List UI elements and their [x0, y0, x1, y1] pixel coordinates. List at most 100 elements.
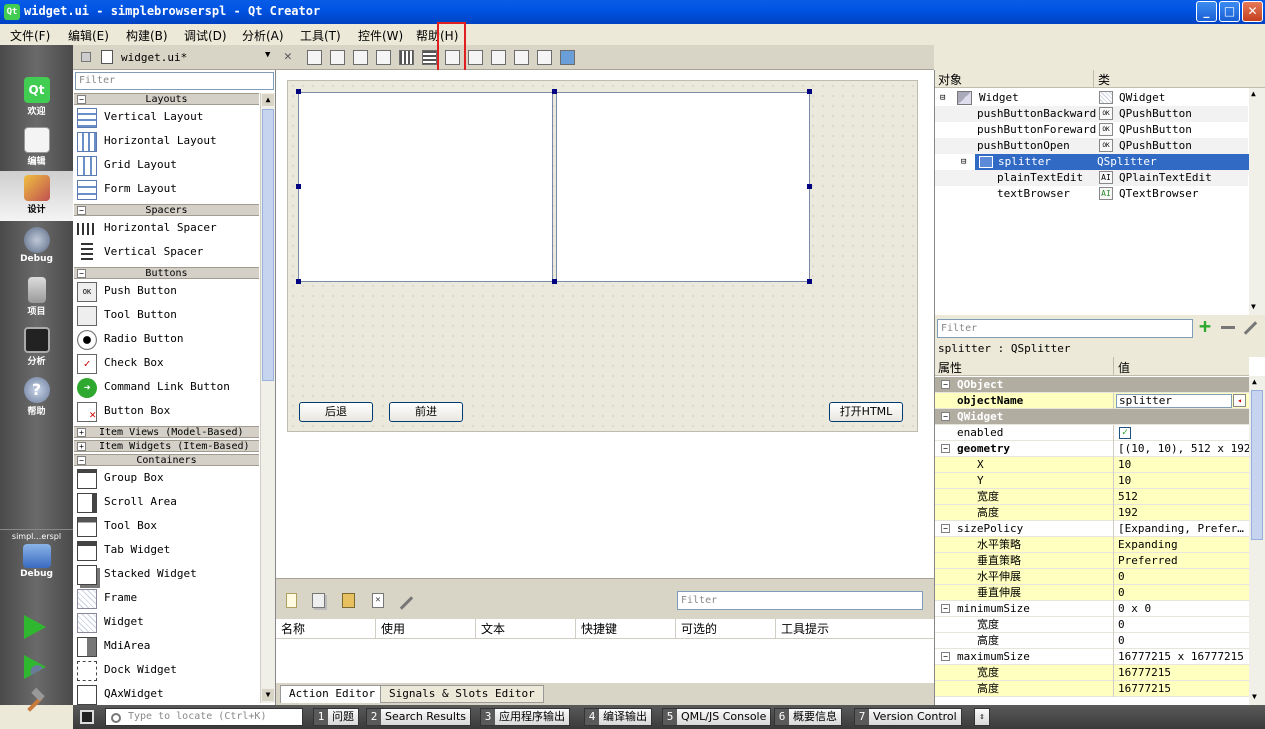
object-row[interactable]: pushButtonBackward OK QPushButton	[935, 106, 1248, 122]
plain-text-edit[interactable]	[298, 92, 553, 282]
menu-analyze[interactable]: 分析(A)	[242, 27, 284, 44]
column-header-value[interactable]: 值	[1118, 359, 1130, 376]
widget-item[interactable]: Tab Widget	[77, 540, 260, 562]
column-header-object[interactable]: 对象	[938, 71, 962, 88]
debug-run-icon[interactable]	[24, 655, 46, 679]
object-row[interactable]: pushButtonForeward OK QPushButton	[935, 122, 1248, 138]
selection-handle[interactable]	[552, 89, 557, 94]
column-header-text[interactable]: 文本	[476, 619, 576, 639]
widget-item[interactable]: Grid Layout	[77, 155, 260, 177]
collapse-icon[interactable]: −	[941, 444, 950, 453]
selection-handle[interactable]	[552, 279, 557, 284]
property-value[interactable]: 192	[1118, 505, 1138, 521]
configure-wrench-icon[interactable]	[396, 593, 418, 611]
property-row[interactable]: Y 10	[935, 473, 1249, 489]
scroll-thumb[interactable]	[262, 109, 274, 381]
lay-out-vertically-splitter-icon[interactable]	[468, 50, 483, 65]
collapse-icon[interactable]: −	[941, 604, 950, 613]
property-row[interactable]: 垂直策略 Preferred	[935, 553, 1249, 569]
configure-wrench-icon[interactable]	[1241, 319, 1261, 337]
delete-action-icon[interactable]: ✕	[372, 593, 384, 608]
property-row[interactable]: 高度 0	[935, 633, 1249, 649]
property-row[interactable]: 宽度 16777215	[935, 665, 1249, 681]
output-pane-button[interactable]: 2 Search Results	[366, 708, 472, 726]
edit-signals-slots-icon[interactable]	[330, 50, 345, 65]
collapse-icon[interactable]: −	[941, 652, 950, 661]
form-widget[interactable]: 后退 前进 打开HTML	[287, 80, 918, 432]
collapse-icon[interactable]: −	[941, 524, 950, 533]
output-pane-button[interactable]: 6 概要信息	[774, 708, 842, 726]
selection-handle[interactable]	[296, 279, 301, 284]
scroll-up-icon[interactable]: ▲	[1252, 377, 1257, 386]
property-value[interactable]: [(10, 10), 512 x 192]	[1118, 441, 1257, 457]
maximize-button[interactable]: □	[1219, 1, 1240, 22]
widget-item[interactable]: Radio Button	[77, 329, 260, 351]
lay-out-form-icon[interactable]	[491, 50, 506, 65]
property-value[interactable]: 16777215	[1118, 681, 1171, 697]
category-containers[interactable]: − Containers	[74, 454, 259, 466]
output-pane-button[interactable]: 4 编译输出	[584, 708, 652, 726]
output-pane-button[interactable]: 5 QML/JS Console	[662, 708, 772, 726]
widget-item[interactable]: ➜ Command Link Button	[77, 377, 260, 399]
property-value[interactable]: 0	[1118, 617, 1125, 633]
property-value[interactable]: 0	[1118, 633, 1125, 649]
widget-item[interactable]: ✓ Check Box	[77, 353, 260, 375]
scroll-thumb[interactable]	[1251, 390, 1263, 540]
tab-action-editor[interactable]: Action Editor	[280, 685, 385, 703]
property-value[interactable]: 0	[1118, 585, 1125, 601]
property-row[interactable]: 宽度 512	[935, 489, 1249, 505]
mode-edit[interactable]: 编辑	[0, 123, 73, 171]
column-header-tooltip[interactable]: 工具提示	[776, 619, 934, 639]
property-value[interactable]: 16777215 x 16777215	[1118, 649, 1244, 665]
object-row[interactable]: pushButtonOpen OK QPushButton	[935, 138, 1248, 154]
scroll-down-icon[interactable]: ▼	[1251, 302, 1256, 311]
menu-debug[interactable]: 调试(D)	[184, 27, 227, 44]
column-header-property[interactable]: 属性	[938, 359, 962, 376]
property-row[interactable]: objectName ◂ splitter	[935, 393, 1249, 409]
property-value[interactable]: 0 x 0	[1118, 601, 1151, 617]
widget-item[interactable]: Horizontal Layout	[77, 131, 260, 153]
widget-item[interactable]: ✕ Button Box	[77, 401, 260, 423]
collapse-icon[interactable]: −	[941, 412, 950, 421]
lay-out-vertically-icon[interactable]	[422, 50, 437, 65]
column-header-class[interactable]: 类	[1098, 71, 1110, 88]
reset-property-icon[interactable]: ◂	[1233, 394, 1246, 407]
forward-button[interactable]: 前进	[389, 402, 463, 422]
more-panes-icon[interactable]: ⇕	[974, 708, 990, 726]
property-row[interactable]: 水平策略 Expanding	[935, 537, 1249, 553]
property-row[interactable]: 宽度 0	[935, 617, 1249, 633]
scroll-down-icon[interactable]: ▼	[262, 689, 274, 701]
property-value[interactable]: 10	[1118, 457, 1131, 473]
minimize-button[interactable]: _	[1196, 1, 1217, 22]
property-editor-scrollbar[interactable]: ▲ ▼	[1249, 376, 1265, 705]
widget-item[interactable]: Frame	[77, 588, 260, 610]
copy-action-icon[interactable]	[312, 593, 325, 608]
property-filter-input[interactable]: Filter	[937, 319, 1193, 338]
editor-tab-filename[interactable]: widget.ui*	[121, 51, 187, 64]
category-spacers[interactable]: − Spacers	[74, 204, 259, 216]
widget-item[interactable]: Scroll Area	[77, 492, 260, 514]
chevron-down-icon[interactable]: ▼	[265, 50, 270, 60]
adjust-size-icon[interactable]	[560, 50, 575, 65]
run-icon[interactable]	[24, 615, 46, 639]
widget-item[interactable]: Group Box	[77, 468, 260, 490]
close-document-icon[interactable]: ✕	[284, 49, 292, 64]
break-layout-icon[interactable]	[537, 50, 552, 65]
close-button[interactable]: ✕	[1242, 1, 1263, 22]
edit-widgets-icon[interactable]	[307, 50, 322, 65]
property-row[interactable]: 垂直伸展 0	[935, 585, 1249, 601]
widget-item[interactable]: Tool Button	[77, 305, 260, 327]
object-row[interactable]: textBrowser AI QTextBrowser	[935, 186, 1248, 202]
category-item-views[interactable]: + Item Views (Model-Based)	[74, 426, 259, 438]
column-header-shortcut[interactable]: 快捷键	[576, 619, 676, 639]
menu-file[interactable]: 文件(F)	[10, 27, 50, 44]
property-value[interactable]: 512	[1118, 489, 1138, 505]
mode-help[interactable]: ? 帮助	[0, 373, 73, 421]
widget-item[interactable]: Dock Widget	[77, 660, 260, 682]
property-group-row[interactable]: − QWidget	[935, 409, 1249, 425]
open-html-button[interactable]: 打开HTML	[829, 402, 903, 422]
selection-handle[interactable]	[807, 184, 812, 189]
object-row[interactable]: plainTextEdit AI QPlainTextEdit	[935, 170, 1248, 186]
scroll-up-icon[interactable]: ▲	[1251, 89, 1256, 98]
category-layouts[interactable]: − Layouts	[74, 93, 259, 105]
